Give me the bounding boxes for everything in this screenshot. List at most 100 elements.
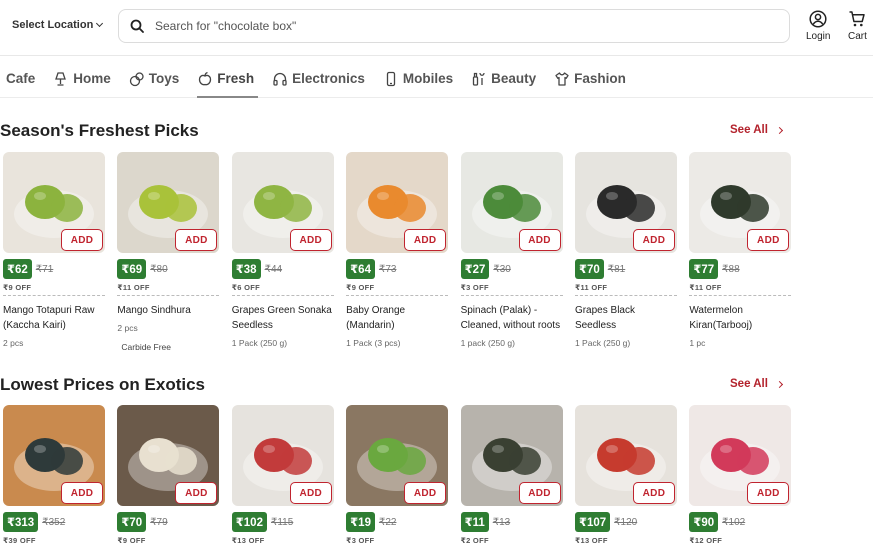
mrp-price: ₹352	[42, 516, 66, 528]
discount-label: ₹2 OFF	[461, 536, 563, 547]
add-to-cart-button[interactable]: ADD	[289, 229, 332, 251]
add-to-cart-button[interactable]: ADD	[61, 229, 103, 251]
product-card[interactable]: ADD ₹62 ₹71 ₹9 OFF Mango Totapuri Raw (Kacc…	[3, 152, 105, 352]
add-to-cart-button[interactable]: ADD	[175, 482, 218, 504]
product-quantity: 1 Pack (250 g)	[574, 338, 631, 348]
product-card[interactable]: ADD ₹107 ₹120 ₹13 OFF	[574, 405, 677, 547]
product-name[interactable]: Baby Orange (Mandarin)	[346, 303, 448, 333]
product-name[interactable]: Spinach (Palak) - Cleaned, without roots	[461, 303, 563, 333]
mrp-price: ₹88	[722, 263, 740, 275]
product-image[interactable]: ADD	[574, 405, 677, 506]
product-image[interactable]: ADD	[231, 405, 334, 506]
price-row: ₹69 ₹80	[117, 259, 219, 279]
category-label: Mobiles	[402, 71, 454, 86]
discount-label: ₹11 OFF	[117, 283, 220, 296]
product-card[interactable]: ADD ₹70 ₹79 ₹9 OFF	[117, 405, 220, 547]
category-fashion[interactable]: Fashion	[554, 60, 636, 98]
product-tag: Carbide Free	[121, 342, 171, 352]
mrp-price: ₹73	[378, 263, 397, 275]
product-quantity: 1 Pack (3 pcs)	[346, 338, 401, 348]
add-to-cart-button[interactable]: ADD	[747, 229, 790, 251]
price-row: ₹64 ₹73	[346, 259, 448, 279]
product-card[interactable]: ADD ₹64 ₹73 ₹9 OFF Baby Orange (Mandarin) 1 …	[346, 152, 449, 352]
add-to-cart-button[interactable]: ADD	[61, 482, 103, 504]
product-card[interactable]: ADD ₹90 ₹102 ₹12 OFF	[689, 405, 792, 547]
mrp-price: ₹80	[150, 263, 168, 275]
price-row: ₹27 ₹30	[460, 259, 563, 279]
product-name[interactable]: Mango Totapuri Raw (Kaccha Kairi)	[3, 303, 105, 333]
product-image[interactable]: ADD	[460, 405, 563, 506]
discount-label: ₹11 OFF	[574, 283, 677, 296]
mrp-price: ₹120	[614, 516, 638, 528]
search-input[interactable]	[155, 19, 789, 33]
product-card[interactable]: ADD ₹38 ₹44 ₹6 OFF Grapes Green Sonaka Seed…	[231, 152, 334, 352]
cart-button[interactable]: Cart	[848, 10, 867, 42]
price-row: ₹102 ₹115	[231, 512, 334, 532]
product-card[interactable]: ADD ₹27 ₹30 ₹3 OFF Spinach (Palak) - Cleane…	[460, 152, 563, 352]
price-row: ₹19 ₹22	[346, 512, 448, 532]
price-badge: ₹313	[3, 512, 39, 532]
product-name[interactable]: Grapes Green Sonaka Seedless	[232, 303, 334, 333]
product-image[interactable]: ADD	[3, 405, 105, 506]
add-to-cart-button[interactable]: ADD	[404, 482, 447, 504]
add-to-cart-button[interactable]: ADD	[175, 229, 218, 251]
location-selector[interactable]: Select Location	[12, 19, 104, 31]
section-title: Season's Freshest Picks	[0, 121, 199, 140]
product-card[interactable]: ADD ₹313 ₹352 ₹39 OFF	[3, 405, 105, 547]
product-image[interactable]: ADD	[460, 152, 563, 253]
mrp-price: ₹115	[270, 516, 294, 528]
product-card[interactable]: ADD ₹69 ₹80 ₹11 OFF Mango Sindhura 2 pcs Carb…	[117, 152, 220, 352]
category-cafe[interactable]: Cafe	[0, 60, 45, 98]
mrp-price: ₹79	[150, 516, 168, 528]
add-to-cart-button[interactable]: ADD	[747, 482, 790, 504]
discount-label: ₹9 OFF	[3, 283, 105, 296]
product-image[interactable]: ADD	[117, 152, 220, 253]
product-name[interactable]: Mango Sindhura	[117, 303, 219, 318]
price-badge: ₹69	[117, 259, 147, 279]
product-image[interactable]: ADD	[689, 152, 792, 253]
discount-label: ₹3 OFF	[346, 536, 448, 547]
product-name[interactable]: Grapes Black Seedless	[575, 303, 677, 333]
add-to-cart-button[interactable]: ADD	[404, 229, 447, 251]
login-button[interactable]: Login	[806, 10, 830, 42]
discount-label: ₹39 OFF	[3, 536, 105, 547]
add-to-cart-button[interactable]: ADD	[518, 482, 561, 504]
category-toys[interactable]: Toys	[129, 60, 190, 98]
search-bar[interactable]	[118, 9, 790, 43]
price-badge: ₹107	[574, 512, 611, 532]
product-quantity: 2 pcs	[117, 323, 138, 333]
add-to-cart-button[interactable]: ADD	[632, 229, 675, 251]
product-card[interactable]: ADD ₹77 ₹88 ₹11 OFF Watermelon Kiran(Tarboo…	[689, 152, 792, 352]
price-badge: ₹102	[231, 512, 267, 532]
product-card[interactable]: ADD ₹70 ₹81 ₹11 OFF Grapes Black Seedless 1 …	[574, 152, 677, 352]
add-to-cart-button[interactable]: ADD	[289, 482, 332, 504]
user-icon	[809, 10, 827, 28]
product-image[interactable]: ADD	[117, 405, 220, 506]
chevron-right-icon	[775, 380, 783, 388]
price-row: ₹38 ₹44	[231, 259, 334, 279]
product-quantity: 1 pack (250 g)	[460, 338, 515, 348]
product-card[interactable]: ADD ₹19 ₹22 ₹3 OFF	[346, 405, 449, 547]
see-all-link[interactable]: See All	[730, 378, 783, 390]
product-image[interactable]: ADD	[231, 152, 334, 253]
product-image[interactable]: ADD	[574, 152, 677, 253]
product-name[interactable]: Watermelon Kiran(Tarbooj)	[689, 303, 791, 333]
product-image[interactable]: ADD	[346, 152, 449, 253]
price-row: ₹313 ₹352	[3, 512, 105, 532]
product-image[interactable]: ADD	[689, 405, 792, 506]
product-image[interactable]: ADD	[346, 405, 449, 506]
see-all-label: See All	[730, 378, 768, 390]
mrp-price: ₹22	[378, 516, 397, 528]
category-mobiles[interactable]: Mobiles	[383, 60, 463, 98]
product-card[interactable]: ADD ₹11 ₹13 ₹2 OFF	[460, 405, 563, 547]
see-all-link[interactable]: See All	[730, 124, 783, 136]
product-image[interactable]: ADD	[3, 152, 105, 253]
add-to-cart-button[interactable]: ADD	[632, 482, 675, 504]
category-fresh[interactable]: Fresh	[197, 60, 264, 98]
category-electronics[interactable]: Electronics	[272, 60, 375, 98]
category-beauty[interactable]: Beauty	[471, 60, 546, 98]
product-card[interactable]: ADD ₹102 ₹115 ₹13 OFF	[231, 405, 334, 547]
chevron-right-icon	[775, 126, 783, 134]
add-to-cart-button[interactable]: ADD	[518, 229, 561, 251]
category-home[interactable]: Home	[53, 60, 121, 98]
